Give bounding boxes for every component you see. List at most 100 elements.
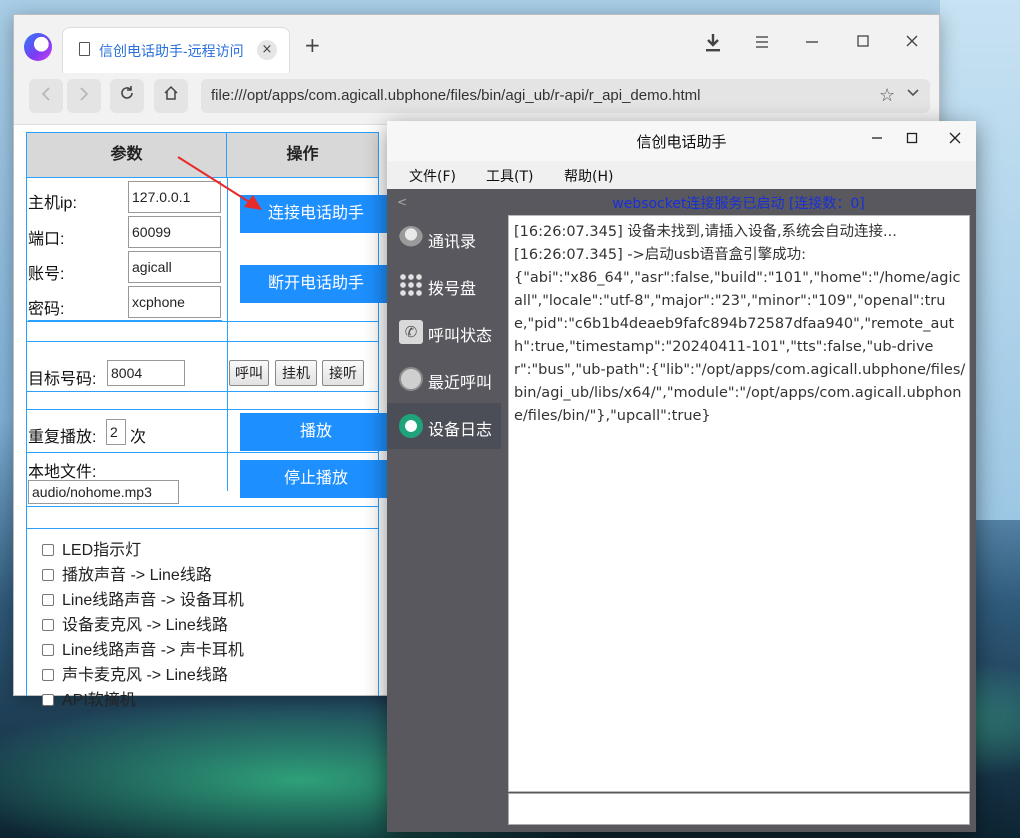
contacts-icon bbox=[399, 226, 423, 250]
repeat-unit: 次 bbox=[130, 429, 147, 446]
app-window: 信创电话助手 文件(F) 工具(T) 帮助(H) < 通讯录 拨号盘 ✆ 呼叫状… bbox=[387, 121, 976, 832]
app-menubar: 文件(F) 工具(T) 帮助(H) bbox=[387, 161, 976, 189]
checkbox-device-mic-to-line[interactable]: 设备麦克风 -> Line线路 bbox=[42, 611, 228, 635]
sidebar-item-label: 最近呼叫 bbox=[428, 373, 493, 392]
browser-tab[interactable]: 信创电话助手-远程访问 × bbox=[62, 27, 290, 73]
device-log-panel[interactable]: [16:26:07.345] 设备未找到,请插入设备,系统会自动连接... [1… bbox=[508, 215, 970, 792]
port-input[interactable]: 60099 bbox=[128, 216, 221, 248]
account-input[interactable]: agicall bbox=[128, 251, 221, 283]
row-divider bbox=[26, 506, 379, 507]
new-tab-button[interactable]: + bbox=[304, 35, 321, 55]
browser-logo-icon bbox=[24, 33, 52, 61]
port-label: 端口: bbox=[28, 231, 65, 248]
sidebar-item-recent-calls[interactable]: 最近呼叫 bbox=[387, 356, 501, 402]
app-titlebar: 信创电话助手 bbox=[387, 121, 976, 161]
close-button[interactable] bbox=[900, 33, 924, 53]
chevron-down-icon[interactable] bbox=[907, 85, 919, 101]
sidebar-item-contacts[interactable]: 通讯录 bbox=[387, 215, 501, 261]
checkbox-box[interactable] bbox=[42, 594, 54, 606]
browser-titlebar: 信创电话助手-远程访问 × + bbox=[14, 15, 939, 73]
row-divider bbox=[26, 341, 379, 342]
device-log-icon bbox=[399, 414, 423, 438]
back-button[interactable] bbox=[29, 79, 63, 113]
reload-icon[interactable] bbox=[110, 79, 144, 113]
sidebar-item-label: 设备日志 bbox=[428, 420, 493, 439]
play-button[interactable]: 播放 bbox=[240, 413, 392, 451]
call-button[interactable]: 呼叫 bbox=[229, 360, 269, 386]
checkbox-led[interactable]: LED指示灯 bbox=[42, 536, 141, 560]
host-label: 主机ip: bbox=[28, 195, 77, 212]
address-bar[interactable]: file:///opt/apps/com.agicall.ubphone/fil… bbox=[201, 79, 930, 113]
sidebar-item-call-status[interactable]: ✆ 呼叫状态 bbox=[387, 309, 501, 355]
url-text: file:///opt/apps/com.agicall.ubphone/fil… bbox=[211, 87, 701, 104]
checkbox-box[interactable] bbox=[42, 569, 54, 581]
sidebar-item-label: 呼叫状态 bbox=[428, 326, 493, 345]
sidebar-item-dialpad[interactable]: 拨号盘 bbox=[387, 262, 501, 308]
websocket-status: websocket连接服务已启动 [连接数：0] bbox=[612, 196, 865, 212]
target-number-input[interactable]: 8004 bbox=[107, 360, 185, 386]
checkbox-box[interactable] bbox=[42, 669, 54, 681]
sidebar-item-label: 通讯录 bbox=[428, 232, 477, 251]
sidebar-collapse-button[interactable]: < bbox=[397, 195, 407, 209]
sidebar-item-label: 拨号盘 bbox=[428, 279, 477, 298]
forward-button[interactable] bbox=[67, 79, 101, 113]
maximize-button[interactable] bbox=[900, 129, 924, 149]
local-file-label: 本地文件: bbox=[28, 464, 97, 481]
checkbox-label: LED指示灯 bbox=[62, 542, 142, 559]
command-input[interactable] bbox=[508, 793, 970, 825]
disconnect-button[interactable]: 断开电话助手 bbox=[240, 265, 392, 303]
dialpad-icon bbox=[399, 273, 423, 297]
checkbox-api-offhook[interactable]: API软摘机 bbox=[42, 686, 136, 710]
hangup-button[interactable]: 挂机 bbox=[275, 360, 317, 386]
row-divider bbox=[26, 452, 379, 453]
recent-calls-icon bbox=[399, 367, 423, 391]
checkbox-label: Line线路声音 -> 声卡耳机 bbox=[62, 642, 244, 659]
browser-toolbar: file:///opt/apps/com.agicall.ubphone/fil… bbox=[14, 73, 939, 125]
table-divider bbox=[227, 178, 228, 491]
tab-close-button[interactable]: × bbox=[257, 40, 277, 60]
answer-button[interactable]: 接听 bbox=[322, 360, 364, 386]
download-icon[interactable] bbox=[701, 33, 725, 58]
repeat-label: 重复播放: bbox=[28, 429, 97, 446]
menu-file[interactable]: 文件(F) bbox=[409, 166, 456, 186]
checkbox-box[interactable] bbox=[42, 644, 54, 656]
checkbox-line-to-soundcard-earphone[interactable]: Line线路声音 -> 声卡耳机 bbox=[42, 636, 244, 660]
checkbox-box[interactable] bbox=[42, 619, 54, 631]
row-divider bbox=[26, 528, 379, 529]
maximize-button[interactable] bbox=[851, 33, 875, 53]
home-icon[interactable] bbox=[154, 79, 188, 113]
demo-page: 参数 操作 主机ip: 127.0.0.1 端口: 60099 账号: agic… bbox=[26, 131, 406, 709]
app-sidebar: < 通讯录 拨号盘 ✆ 呼叫状态 最近呼叫 设备日志 <<<< bbox=[387, 189, 501, 832]
target-number-label: 目标号码: bbox=[28, 371, 97, 388]
checkbox-label: API软摘机 bbox=[62, 692, 136, 709]
minimize-button[interactable] bbox=[800, 33, 824, 53]
local-file-input[interactable]: audio/nohome.mp3 bbox=[28, 480, 179, 504]
row-divider bbox=[26, 409, 379, 410]
checkbox-label: 声卡麦克风 -> Line线路 bbox=[62, 667, 228, 684]
device-log-text: [16:26:07.345] 设备未找到,请插入设备,系统会自动连接... [1… bbox=[514, 224, 966, 424]
document-icon bbox=[79, 42, 90, 56]
sidebar-item-device-log[interactable]: 设备日志 bbox=[387, 403, 501, 449]
minimize-button[interactable] bbox=[865, 129, 889, 149]
checkbox-box[interactable] bbox=[42, 694, 54, 706]
checkbox-box[interactable] bbox=[42, 544, 54, 556]
checkbox-line-to-device-earphone[interactable]: Line线路声音 -> 设备耳机 bbox=[42, 586, 244, 610]
password-input[interactable]: xcphone bbox=[128, 286, 221, 318]
checkbox-soundcard-mic-to-line[interactable]: 声卡麦克风 -> Line线路 bbox=[42, 661, 228, 685]
close-button[interactable] bbox=[943, 129, 967, 149]
row-divider bbox=[26, 321, 379, 322]
checkbox-label: 播放声音 -> Line线路 bbox=[62, 567, 212, 584]
repeat-count-input[interactable]: 2 bbox=[106, 419, 126, 445]
checkbox-label: 设备麦克风 -> Line线路 bbox=[62, 617, 228, 634]
checkbox-play-to-line[interactable]: 播放声音 -> Line线路 bbox=[42, 561, 212, 585]
hamburger-icon[interactable] bbox=[750, 33, 774, 53]
menu-help[interactable]: 帮助(H) bbox=[564, 166, 613, 186]
password-label: 密码: bbox=[28, 301, 65, 318]
table-border bbox=[26, 178, 27, 696]
stop-play-button[interactable]: 停止播放 bbox=[240, 460, 392, 498]
bookmark-star-icon[interactable]: ☆ bbox=[879, 85, 895, 106]
menu-tools[interactable]: 工具(T) bbox=[486, 166, 533, 186]
call-status-icon: ✆ bbox=[399, 320, 423, 344]
row-divider bbox=[26, 391, 379, 392]
checkbox-label: Line线路声音 -> 设备耳机 bbox=[62, 592, 244, 609]
